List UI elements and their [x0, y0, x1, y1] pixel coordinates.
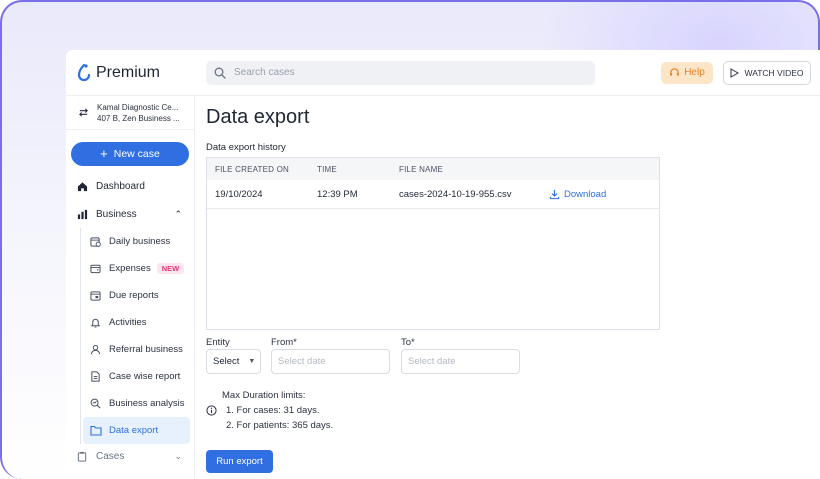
- bar-chart-icon: [77, 209, 91, 220]
- from-date-field[interactable]: Select date: [271, 349, 390, 374]
- sidebar-item-referral-business[interactable]: Referral business: [83, 336, 190, 363]
- wallet-icon: [90, 263, 104, 274]
- sidebar-item-label: Data export: [109, 425, 159, 436]
- sidebar-item-label: Expenses: [109, 263, 151, 274]
- business-subnav: Daily business Expenses NEW Due reports: [80, 228, 194, 444]
- top-bar: Premium Help WATCH VIDEO: [66, 50, 820, 96]
- sidebar: Kamal Diagnostic Ce... 407 B, Zen Busine…: [66, 96, 195, 479]
- entity-select[interactable]: Select ▼: [206, 349, 261, 374]
- cell-date: 19/10/2024: [215, 188, 263, 200]
- sidebar-item-case-wise-report[interactable]: Case wise report: [83, 363, 190, 390]
- entity-value: Select: [213, 356, 240, 367]
- cell-file-name: cases-2024-10-19-955.csv: [399, 188, 512, 200]
- account-switcher[interactable]: Kamal Diagnostic Ce... 407 B, Zen Busine…: [66, 96, 194, 130]
- nav-cases-label: Cases: [96, 450, 125, 462]
- watch-video-button[interactable]: WATCH VIDEO: [723, 60, 811, 85]
- calendar-clock-icon: [90, 236, 104, 247]
- sidebar-item-business-analysis[interactable]: Business analysis: [83, 390, 190, 417]
- info-icon: [206, 405, 217, 416]
- sidebar-item-label: Activities: [109, 317, 147, 328]
- main-content: Data export Data export history FILE CRE…: [206, 96, 820, 479]
- nav-business-label: Business: [96, 208, 137, 220]
- history-heading: Data export history: [206, 142, 286, 153]
- app-window: Premium Help WATCH VIDEO: [66, 50, 820, 479]
- help-button[interactable]: Help: [661, 61, 713, 84]
- search-icon: [214, 67, 226, 79]
- new-badge: NEW: [156, 263, 185, 274]
- sidebar-item-data-export[interactable]: Data export: [83, 417, 190, 444]
- home-icon: [77, 181, 91, 192]
- calendar-icon: [90, 290, 104, 301]
- headset-icon: [670, 68, 680, 76]
- limits-patients: 2. For patients: 365 days.: [226, 420, 334, 431]
- column-header-file-name: FILE NAME: [399, 164, 444, 174]
- download-icon: [549, 189, 560, 199]
- search-bar[interactable]: [206, 60, 595, 85]
- search-input[interactable]: [234, 67, 534, 78]
- caret-down-icon: ▼: [248, 358, 256, 365]
- nav-dashboard-label: Dashboard: [96, 180, 145, 192]
- limits-cases: 1. For cases: 31 days.: [226, 405, 320, 416]
- sidebar-item-daily-business[interactable]: Daily business: [83, 228, 190, 255]
- document-icon: [90, 371, 104, 382]
- nav-cases[interactable]: Cases ⌄: [66, 444, 194, 468]
- brand-logo[interactable]: Premium: [76, 63, 206, 83]
- chevron-down-icon: ⌄: [174, 450, 182, 461]
- to-label: To*: [401, 337, 415, 348]
- page-title: Data export: [206, 106, 310, 128]
- logo-icon: [77, 63, 91, 81]
- sidebar-item-expenses[interactable]: Expenses NEW: [83, 255, 190, 282]
- sidebar-item-label: Business analysis: [109, 398, 185, 409]
- sidebar-item-label: Daily business: [109, 236, 171, 247]
- duration-limits-note: Max Duration limits: 1. For cases: 31 da…: [206, 388, 506, 433]
- brand-name: Premium: [96, 63, 161, 81]
- to-date-field[interactable]: Select date: [401, 349, 520, 374]
- swap-arrows-icon: [79, 108, 88, 117]
- clipboard-icon: [77, 451, 91, 462]
- folder-icon: [90, 425, 104, 436]
- new-case-label: New case: [113, 148, 160, 160]
- sidebar-item-label: Due reports: [109, 290, 159, 301]
- nav-dashboard[interactable]: Dashboard: [66, 172, 194, 200]
- account-address: 407 B, Zen Business ...: [97, 113, 180, 123]
- from-date-placeholder: Select date: [278, 356, 326, 367]
- account-name: Kamal Diagnostic Ce...: [97, 102, 179, 112]
- watch-video-label: WATCH VIDEO: [744, 67, 804, 78]
- table-row: 19/10/2024 12:39 PM cases-2024-10-19-955…: [207, 180, 659, 209]
- download-link[interactable]: Download: [549, 189, 649, 200]
- limits-heading: Max Duration limits:: [222, 390, 306, 401]
- plus-icon: +: [100, 146, 108, 161]
- nav-business[interactable]: Business ⌃: [66, 200, 194, 228]
- export-history-table: FILE CREATED ON TIME FILE NAME 19/10/202…: [206, 157, 660, 330]
- sidebar-item-label: Case wise report: [109, 371, 181, 382]
- user-badge-icon: [90, 344, 104, 355]
- to-date-placeholder: Select date: [408, 356, 456, 367]
- chevron-up-icon: ⌃: [174, 208, 182, 219]
- download-label: Download: [564, 188, 607, 200]
- from-label: From*: [271, 337, 297, 348]
- sidebar-item-label: Referral business: [109, 344, 183, 355]
- export-form: Entity Select ▼ From* Select date To* Se…: [206, 337, 660, 377]
- column-header-created: FILE CREATED ON: [215, 164, 289, 174]
- run-export-button[interactable]: Run export: [206, 450, 273, 473]
- entity-label: Entity: [206, 337, 230, 348]
- sidebar-item-activities[interactable]: Activities: [83, 309, 190, 336]
- search-chart-icon: [90, 398, 104, 409]
- play-icon: [730, 67, 740, 78]
- table-header: FILE CREATED ON TIME FILE NAME: [207, 158, 659, 180]
- bell-icon: [90, 317, 104, 328]
- new-case-button[interactable]: + New case: [71, 142, 189, 166]
- column-header-time: TIME: [317, 164, 337, 174]
- cell-time: 12:39 PM: [317, 188, 358, 200]
- sidebar-item-due-reports[interactable]: Due reports: [83, 282, 190, 309]
- help-label: Help: [684, 67, 705, 78]
